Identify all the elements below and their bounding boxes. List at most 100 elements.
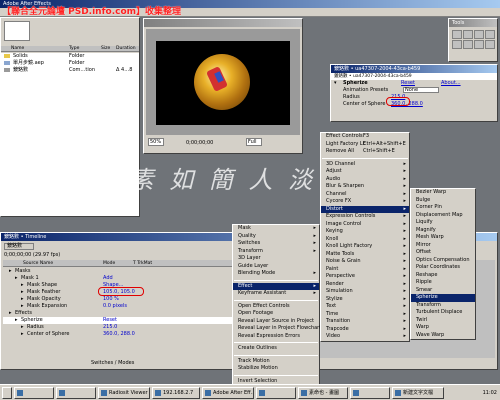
effect-menu-item-perspective[interactable]: Perspective ▸ (321, 273, 409, 281)
effect-menu-item-transition[interactable]: Transition ▸ (321, 318, 409, 326)
effect-menu-item-noise-grain[interactable]: Noise & Grain ▸ (321, 258, 409, 266)
timeline-property-row[interactable]: ▸ Effects (3, 310, 233, 317)
property-value[interactable]: 100 % (103, 296, 119, 303)
pan-behind-icon[interactable] (452, 40, 462, 49)
timeline-footer[interactable]: Switches / Modes (91, 360, 134, 366)
property-value[interactable]: 215.0 (103, 324, 117, 331)
distort-item-mesh-warp[interactable]: Mesh Warp (411, 234, 475, 242)
property-value[interactable]: 0.0 pixels (103, 303, 127, 310)
project-col-type[interactable]: Type (69, 46, 79, 52)
distort-item-bulge[interactable]: Bulge (411, 197, 475, 205)
layer-menu-item-3d-layer[interactable]: 3D Layer (233, 255, 319, 263)
effect-menu-item-light-factory-le[interactable]: Light Factory LE Ctrl+Alt+Shift+E (321, 141, 409, 149)
zoom-tool-icon[interactable] (485, 40, 495, 49)
timeline-property-row[interactable]: ▸ Mask 1 Add (3, 275, 233, 282)
distort-item-ripple[interactable]: Ripple (411, 279, 475, 287)
timeline-property-row[interactable]: ▸ Mask Expansion 0.0 pixels (3, 303, 233, 310)
project-item[interactable]: 鍍鉻數 Com…tion Δ 4…8 (1, 67, 139, 74)
property-value[interactable]: Reset (103, 317, 117, 324)
effect-menu-item-3d-channel[interactable]: 3D Channel ▸ (321, 161, 409, 169)
timeline-property-row[interactable]: ▸ Mask Opacity 100 % (3, 296, 233, 303)
effect-menu-item-effect-controls[interactable]: Effect Controls F3 (321, 133, 409, 141)
animation-presets-dropdown[interactable]: None (403, 87, 439, 93)
effect-menu-item-trapcode[interactable]: Trapcode ▸ (321, 326, 409, 334)
twirl-arrow-icon[interactable]: ▸ (21, 296, 24, 303)
distort-item-smear[interactable]: Smear (411, 287, 475, 295)
mask-tool-icon[interactable] (463, 40, 473, 49)
project-item[interactable]: Solids Folder (1, 53, 139, 60)
taskbar-button[interactable] (14, 387, 54, 399)
layer-menu-item-open-effect-controls[interactable]: Open Effect Controls (233, 303, 319, 311)
effect-menu-item-distort[interactable]: Distort ▸ (321, 205, 409, 213)
taskbar-button[interactable]: 192.168.2.7 (152, 387, 200, 399)
distort-item-displacement-map[interactable]: Displacement Map (411, 212, 475, 220)
twirl-arrow-icon[interactable]: ▸ (15, 275, 18, 282)
layer-menu-item-blending-mode[interactable]: Blending Mode ▸ (233, 270, 319, 278)
effect-menu-item-text[interactable]: Text ▸ (321, 303, 409, 311)
layer-menu-item-create-outlines[interactable]: Create Outlines (233, 345, 319, 353)
property-value[interactable]: 360.0, 288.0 (103, 331, 135, 338)
property-value[interactable]: Add (103, 275, 113, 282)
fx-toggle-icon[interactable]: ▾ (334, 80, 337, 87)
layer-menu-item-reveal-layer-source-in-project[interactable]: Reveal Layer Source in Project (233, 318, 319, 326)
twirl-arrow-icon[interactable]: ▸ (21, 289, 24, 296)
layer-menu-item-effect[interactable]: Effect ▸ (233, 282, 319, 290)
twirl-arrow-icon[interactable]: ▸ (15, 317, 18, 324)
timeline-time-display[interactable]: 0;00;00;00 (29.97 fps) (4, 252, 60, 258)
twirl-arrow-icon[interactable]: ▸ (9, 310, 12, 317)
taskbar-button[interactable]: Radiosit Viewer (98, 387, 150, 399)
col-source-name[interactable]: Source Name (23, 260, 53, 267)
fx-reset-button[interactable]: Reset (401, 80, 415, 87)
taskbar-button[interactable] (256, 387, 296, 399)
effect-menu-item-paint[interactable]: Paint ▸ (321, 266, 409, 274)
taskbar-button[interactable] (56, 387, 96, 399)
hand-tool-icon[interactable] (485, 30, 495, 39)
distort-item-transform[interactable]: Transform (411, 302, 475, 310)
layer-menu-item-reveal-expression-errors[interactable]: Reveal Expression Errors (233, 333, 319, 341)
taskbar-button[interactable]: Adobe After Eff… (202, 387, 254, 399)
timeline-tab[interactable]: 鍍鉻數 (4, 243, 34, 250)
layer-menu-item-quality[interactable]: Quality ▸ (233, 233, 319, 241)
distort-item-liquify[interactable]: Liquify (411, 219, 475, 227)
effect-menu-item-knoll[interactable]: Knoll ▸ (321, 236, 409, 244)
twirl-arrow-icon[interactable]: ▸ (9, 268, 12, 275)
effect-menu-item-knoll-light-factory[interactable]: Knoll Light Factory ▸ (321, 243, 409, 251)
layer-menu-item-track-motion[interactable]: Track Motion (233, 358, 319, 366)
effect-menu-item-image-control[interactable]: Image Control ▸ (321, 221, 409, 229)
distort-item-warp[interactable]: Warp (411, 324, 475, 332)
effect-menu-item-expression-controls[interactable]: Expression Controls ▸ (321, 213, 409, 221)
twirl-arrow-icon[interactable]: ▸ (21, 282, 24, 289)
layer-menu-item-reveal-layer-in-project-flowchart-view[interactable]: Reveal Layer in Project Flowchart View (233, 325, 335, 333)
layer-menu-item-guide-layer[interactable]: Guide Layer (233, 263, 319, 271)
timeline-property-row[interactable]: ▸ Radius 215.0 (3, 324, 233, 331)
distort-item-spherize[interactable]: Spherize (411, 294, 475, 302)
layer-menu-item-mask[interactable]: Mask ▸ (233, 225, 319, 233)
project-col-size[interactable]: Size (101, 46, 110, 52)
project-col-duration[interactable]: Duration (116, 46, 136, 52)
effect-menu-item-adjust[interactable]: Adjust ▸ (321, 168, 409, 176)
layer-menu-item-stabilize-motion[interactable]: Stabilize Motion (233, 365, 319, 373)
effect-menu-item-blur-sharpen[interactable]: Blur & Sharpen ▸ (321, 183, 409, 191)
project-col-name[interactable]: Name (11, 46, 24, 52)
layer-menu-item-switches[interactable]: Switches ▸ (233, 240, 319, 248)
timeline-property-row[interactable]: ▸ Center of Sphere 360.0, 288.0 (3, 331, 233, 338)
distort-item-wave-warp[interactable]: Wave Warp (411, 332, 475, 340)
twirl-arrow-icon[interactable]: ▸ (21, 331, 24, 338)
composition-viewer[interactable] (146, 29, 300, 135)
effect-menu-item-remove-all[interactable]: Remove All Ctrl+Shift+E (321, 148, 409, 156)
effect-menu-item-keying[interactable]: Keying ▸ (321, 228, 409, 236)
taskbar-button[interactable]: 新建文字文檔 (392, 387, 444, 399)
distort-item-reshape[interactable]: Reshape (411, 272, 475, 280)
distort-item-turbulent-displace[interactable]: Turbulent Displace (411, 309, 475, 317)
effect-menu-item-matte-tools[interactable]: Matte Tools ▸ (321, 251, 409, 259)
distort-item-twirl[interactable]: Twirl (411, 317, 475, 325)
selection-tool-icon[interactable] (452, 30, 462, 39)
effect-menu-item-channel[interactable]: Channel ▸ (321, 191, 409, 199)
twirl-arrow-icon[interactable]: ▸ (21, 324, 24, 331)
fx-about-button[interactable]: About... (441, 80, 461, 87)
distort-item-optics-compensation[interactable]: Optics Compensation (411, 257, 475, 265)
project-item[interactable]: 單月步鏡.aep Folder (1, 60, 139, 67)
effect-menu-item-simulation[interactable]: Simulation ▸ (321, 288, 409, 296)
start-button[interactable] (2, 387, 12, 399)
layer-menu-item-open-footage[interactable]: Open Footage (233, 310, 319, 318)
